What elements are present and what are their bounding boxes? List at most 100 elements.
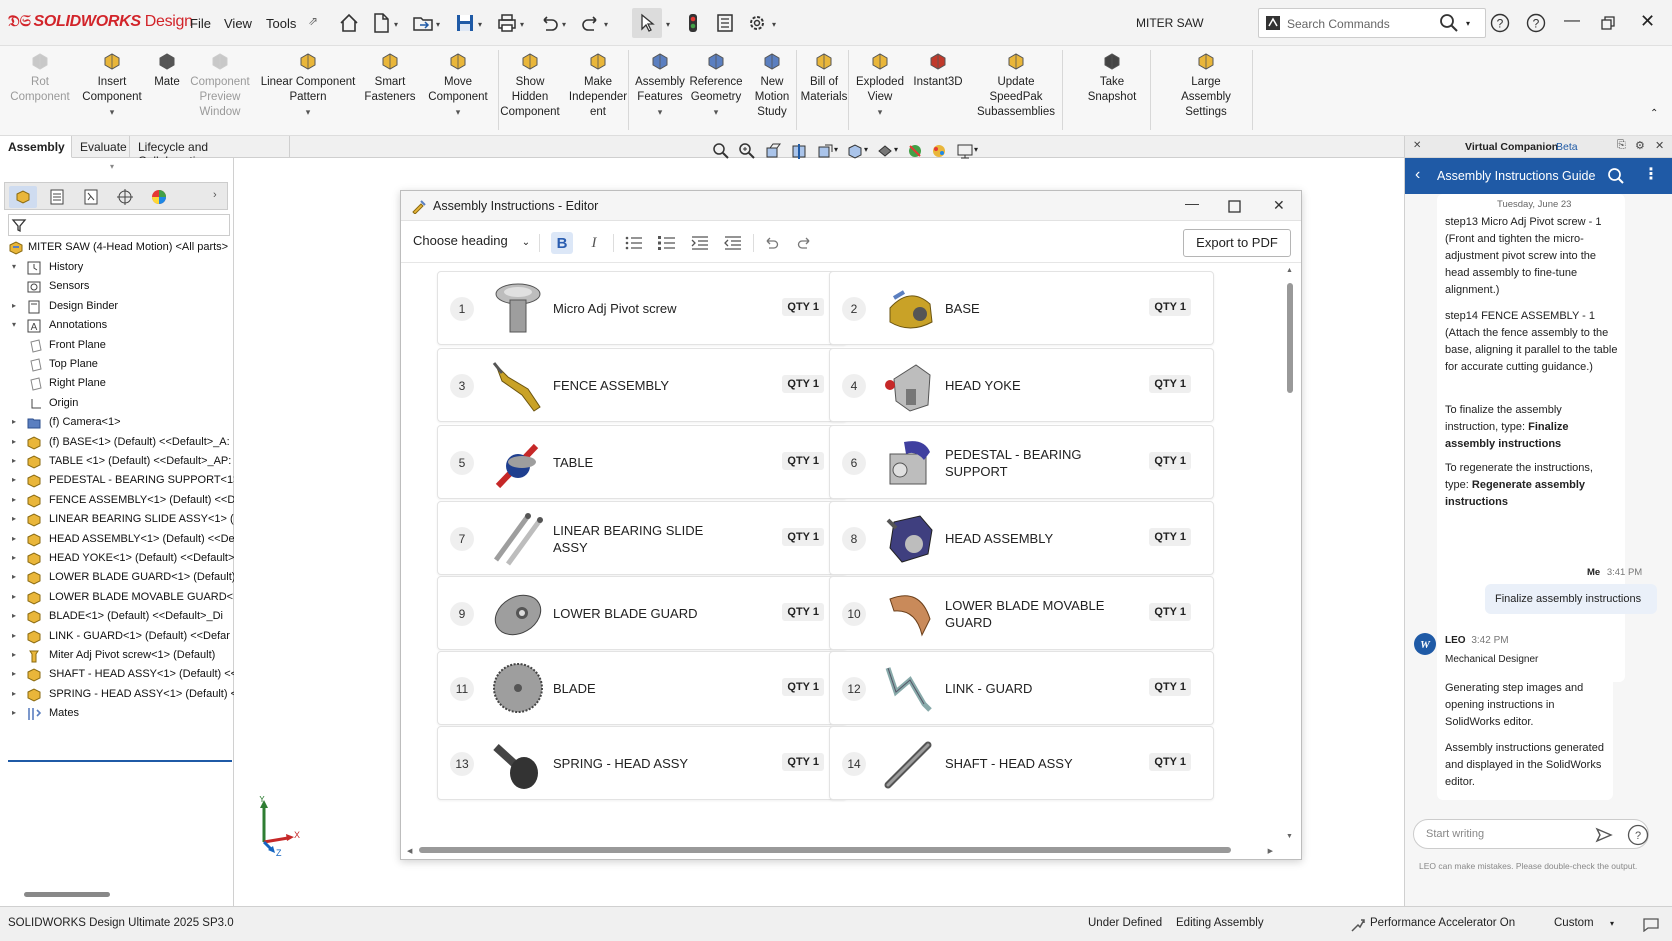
companion-close-icon[interactable]: ✕: [1655, 139, 1664, 152]
back-chevron-icon[interactable]: ‹: [1415, 166, 1420, 184]
cmd-preview-button[interactable]: Component Preview Window: [186, 50, 254, 120]
send-icon[interactable]: [1595, 826, 1613, 844]
cmd-speedpak-button[interactable]: Update SpeedPak Subassemblies: [968, 50, 1064, 120]
tree-filter-input[interactable]: [8, 214, 230, 236]
expand-arrow-icon[interactable]: ▸: [12, 669, 16, 678]
attach-icon[interactable]: ?: [1627, 824, 1649, 846]
redo-icon[interactable]: [578, 10, 604, 36]
cmd-features-button[interactable]: Assembly Features ▾: [632, 50, 688, 120]
cmd-move-caret-icon[interactable]: ▾: [420, 105, 496, 120]
heading-select[interactable]: Choose heading ⌄: [413, 233, 530, 248]
companion-chat-input[interactable]: Start writing: [1413, 819, 1649, 849]
tree-root[interactable]: MITER SAW (4-Head Motion) <All parts>: [0, 238, 234, 258]
search-caret-icon[interactable]: ▾: [1466, 19, 1470, 28]
tree-item[interactable]: ▸ TABLE <1> (Default) <<Default>_AP:: [0, 452, 234, 472]
tab-lifecycle[interactable]: Lifecycle and Collaboration: [130, 136, 290, 168]
print-caret-icon[interactable]: ▾: [520, 20, 524, 29]
part-card[interactable]: 13 SPRING - HEAD ASSY QTY 1: [437, 726, 847, 800]
tree-item[interactable]: ▸ (f) BASE<1> (Default) <<Default>_A:: [0, 433, 234, 453]
menu-file[interactable]: File: [190, 16, 211, 31]
open-icon[interactable]: [410, 10, 436, 36]
scroll-right-icon[interactable]: ▶: [1268, 847, 1273, 855]
configuration-manager-tab-icon[interactable]: [77, 186, 105, 208]
expand-arrow-icon[interactable]: ▸: [12, 650, 16, 659]
home-icon[interactable]: [336, 10, 362, 36]
tree-item[interactable]: ▸ PEDESTAL - BEARING SUPPORT<1> (: [0, 471, 234, 491]
export-to-pdf-button[interactable]: Export to PDF: [1183, 229, 1291, 257]
display-manager-tab-icon[interactable]: [145, 186, 173, 208]
tree-item[interactable]: Front Plane: [0, 336, 234, 356]
feature-tree-tab-icon[interactable]: [9, 186, 37, 208]
editor-horizontal-scrollbar[interactable]: [419, 847, 1231, 853]
edit-appearance-icon[interactable]: [930, 142, 948, 160]
tree-item[interactable]: ▸ BLADE<1> (Default) <<Default>_Di: [0, 607, 234, 627]
cmd-features-caret-icon[interactable]: ▾: [632, 105, 688, 120]
tree-item[interactable]: Right Plane: [0, 374, 234, 394]
search-icon[interactable]: [1438, 12, 1460, 34]
units-caret-icon[interactable]: ▾: [1610, 919, 1614, 928]
part-card[interactable]: 11 BLADE QTY 1: [437, 651, 847, 725]
scroll-down-icon[interactable]: ▼: [1286, 833, 1293, 840]
companion-pin-icon[interactable]: ⎘: [1617, 139, 1626, 152]
cmd-fastener-button[interactable]: Smart Fasteners: [360, 50, 420, 105]
expand-arrow-icon[interactable]: ▸: [12, 611, 16, 620]
tree-horizontal-scrollbar[interactable]: [24, 892, 110, 897]
expand-arrow-icon[interactable]: ▸: [12, 495, 16, 504]
tree-item[interactable]: ▸ Design Binder: [0, 297, 234, 317]
cmd-refgeom-caret-icon[interactable]: ▾: [687, 105, 745, 120]
cmd-insert-caret-icon[interactable]: ▾: [77, 105, 147, 120]
tree-item[interactable]: ▸ HEAD ASSEMBLY<1> (Default) <<Def: [0, 530, 234, 550]
cmd-mate-button[interactable]: Mate: [147, 50, 187, 90]
expand-arrow-icon[interactable]: ▸: [12, 475, 16, 484]
display-style-icon[interactable]: [876, 142, 894, 160]
editor-redo-icon[interactable]: [793, 232, 815, 254]
previous-view-icon[interactable]: [764, 142, 782, 160]
cmd-rotate-button[interactable]: Rot Component: [6, 50, 74, 105]
expand-arrow-icon[interactable]: ▸: [12, 534, 16, 543]
options-gear-icon[interactable]: [744, 10, 770, 36]
cmd-independent-button[interactable]: Make Independer ent: [566, 50, 630, 120]
expand-arrow-icon[interactable]: ▸: [12, 301, 16, 310]
cmd-bom-button[interactable]: Bill of Materials: [796, 50, 852, 105]
zoom-area-icon[interactable]: [738, 142, 756, 160]
tree-item[interactable]: ▾ History: [0, 258, 234, 278]
part-card[interactable]: 7 LINEAR BEARING SLIDE ASSY QTY 1: [437, 501, 847, 575]
rebuild-traffic-light-icon[interactable]: [680, 10, 706, 36]
part-card[interactable]: 10 LOWER BLADE MOVABLE GUARD QTY 1: [829, 576, 1214, 650]
print-icon[interactable]: [494, 10, 520, 36]
scroll-left-icon[interactable]: ◀: [407, 847, 412, 855]
restore-icon[interactable]: [1600, 15, 1616, 31]
expand-arrow-icon[interactable]: ▸: [12, 514, 16, 523]
cmd-explode-button[interactable]: Exploded View ▾: [852, 50, 908, 120]
view-settings-icon[interactable]: [956, 142, 974, 160]
editor-vertical-scrollbar[interactable]: ▲ ▼: [1286, 267, 1293, 841]
tree-item[interactable]: Top Plane: [0, 355, 234, 375]
scroll-up-icon[interactable]: ▲: [1286, 267, 1293, 274]
collapse-arrow-icon[interactable]: ▾: [12, 262, 16, 271]
tree-item[interactable]: ▸ LOWER BLADE MOVABLE GUARD<1>: [0, 588, 234, 608]
tree-item[interactable]: ▸ HEAD YOKE<1> (Default) <<Default>: [0, 549, 234, 569]
tree-item[interactable]: ▸ (f) Camera<1>: [0, 413, 234, 433]
part-card[interactable]: 9 LOWER BLADE GUARD QTY 1: [437, 576, 847, 650]
expand-arrow-icon[interactable]: ▸: [12, 631, 16, 640]
expand-arrow-icon[interactable]: ▸: [12, 708, 16, 717]
expand-arrow-icon[interactable]: ▸: [12, 592, 16, 601]
tree-item[interactable]: Sensors: [0, 277, 234, 297]
expand-arrow-icon[interactable]: ▸: [12, 456, 16, 465]
outdent-icon[interactable]: [722, 232, 744, 254]
zoom-to-fit-icon[interactable]: [712, 142, 730, 160]
minimize-icon[interactable]: —: [1564, 12, 1580, 30]
tab-assembly[interactable]: Assembly: [0, 136, 72, 158]
tree-item[interactable]: ▸ LOWER BLADE GUARD<1> (Default): [0, 568, 234, 588]
menu-view[interactable]: View: [224, 16, 252, 31]
cmd-pattern-button[interactable]: Linear Component Pattern ▾: [253, 50, 363, 120]
editor-undo-icon[interactable]: [761, 232, 783, 254]
collapse-arrow-icon[interactable]: ▾: [12, 320, 16, 329]
part-card[interactable]: 5 TABLE QTY 1: [437, 425, 847, 499]
cmd-pattern-caret-icon[interactable]: ▾: [253, 105, 363, 120]
part-card[interactable]: 12 LINK - GUARD QTY 1: [829, 651, 1214, 725]
display-caret-icon[interactable]: ▾: [894, 145, 898, 154]
tree-item[interactable]: ▸ Miter Adj Pivot screw<1> (Default): [0, 646, 234, 666]
part-card[interactable]: 1 Micro Adj Pivot screw QTY 1: [437, 271, 847, 345]
bold-icon[interactable]: B: [551, 232, 573, 254]
